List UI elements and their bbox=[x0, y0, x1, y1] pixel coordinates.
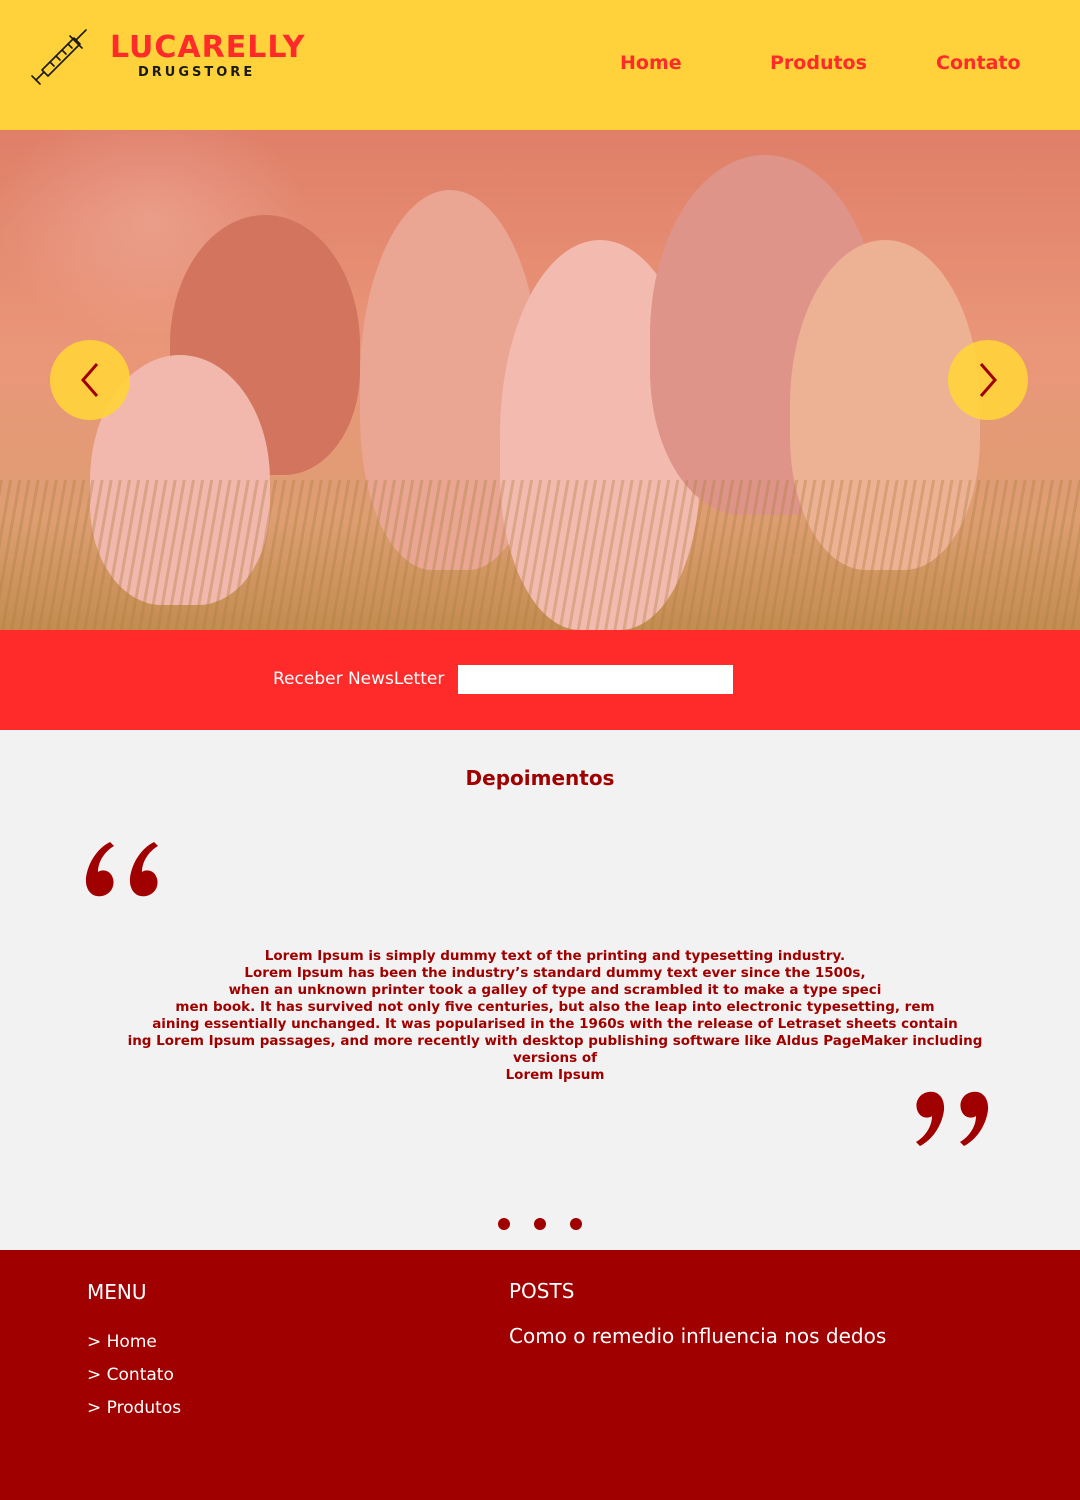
brand-logo[interactable]: LUCARELLY DRUGSTORE bbox=[28, 28, 305, 88]
quote-close-icon bbox=[916, 1091, 989, 1146]
section-title: Depoimentos bbox=[465, 766, 615, 790]
footer-link-home[interactable]: > Home bbox=[87, 1332, 157, 1352]
syringe-icon bbox=[31, 29, 87, 85]
footer-menu-title: MENU bbox=[87, 1280, 147, 1304]
nav-home[interactable]: Home bbox=[620, 52, 682, 74]
hero-slider bbox=[0, 130, 1080, 630]
slider-dot[interactable] bbox=[498, 1218, 510, 1230]
testimonials-section: Depoimentos Lorem Ipsum is simply dummy … bbox=[0, 730, 1080, 1250]
slider-prev-button[interactable] bbox=[50, 340, 130, 420]
site-footer: MENU > Home > Contato > Produtos POSTS C… bbox=[0, 1250, 1080, 1500]
chevron-right-icon bbox=[979, 363, 997, 397]
slider-dot[interactable] bbox=[570, 1218, 582, 1230]
newsletter-input[interactable] bbox=[458, 665, 733, 694]
photo-tint bbox=[0, 130, 1080, 630]
quote-open-icon bbox=[85, 842, 158, 897]
newsletter-label: Receber NewsLetter bbox=[273, 669, 445, 689]
newsletter-bar: Receber NewsLetter bbox=[0, 630, 1080, 730]
family-photo bbox=[0, 130, 1080, 630]
nav-contato[interactable]: Contato bbox=[936, 52, 1021, 74]
footer-post-link[interactable]: Como o remedio influencia nos dedos bbox=[509, 1324, 886, 1348]
slider-dot[interactable] bbox=[534, 1218, 546, 1230]
footer-posts-title: POSTS bbox=[509, 1279, 575, 1303]
footer-link-contato[interactable]: > Contato bbox=[87, 1365, 174, 1385]
chevron-left-icon bbox=[81, 363, 99, 397]
nav-produtos[interactable]: Produtos bbox=[770, 52, 867, 74]
site-header: LUCARELLY DRUGSTORE Home Produtos Contat… bbox=[0, 0, 1080, 130]
slider-next-button[interactable] bbox=[948, 340, 1028, 420]
testimonial-text: Lorem Ipsum is simply dummy text of the … bbox=[127, 948, 983, 1083]
footer-link-produtos[interactable]: > Produtos bbox=[87, 1398, 181, 1418]
brand-title: LUCARELLY bbox=[110, 30, 306, 65]
brand-subtitle: DRUGSTORE bbox=[138, 65, 256, 80]
